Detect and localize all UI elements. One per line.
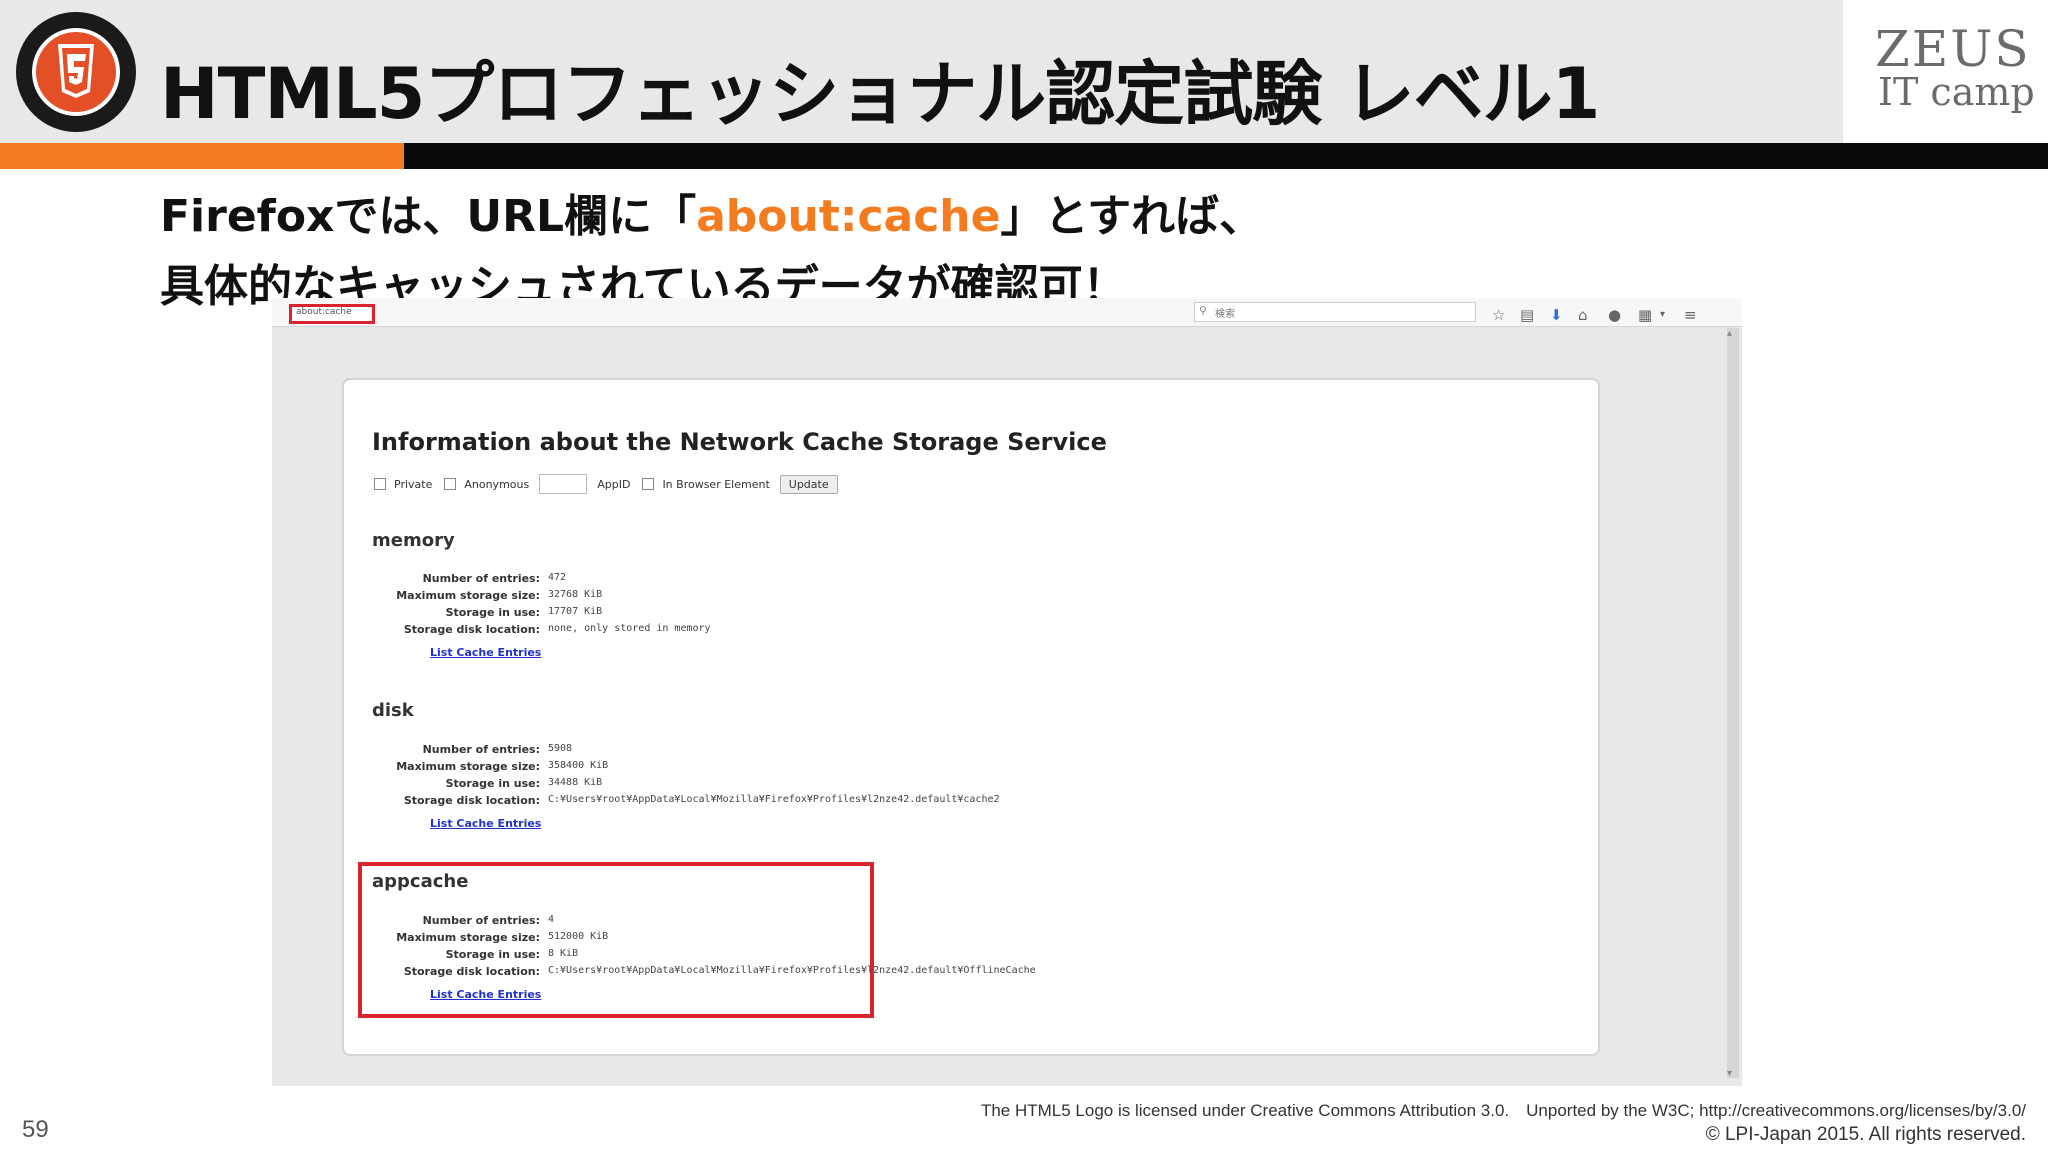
list-cache-entries-link-appcache[interactable]: List Cache Entries bbox=[430, 988, 541, 1001]
table-row: Storage disk location: none, only stored… bbox=[372, 623, 1272, 639]
menu-icon[interactable]: ≡ bbox=[1684, 306, 1697, 324]
table-row: Storage in use: 8 KiB bbox=[372, 948, 1272, 964]
row-value: none, only stored in memory bbox=[548, 623, 711, 634]
appid-input[interactable] bbox=[539, 474, 588, 494]
row-label: Maximum storage size: bbox=[396, 589, 540, 602]
row-label: Number of entries: bbox=[422, 743, 540, 756]
slide-page-number: 59 bbox=[22, 1116, 49, 1143]
row-value: 4 bbox=[548, 914, 555, 925]
table-row: Maximum storage size: 32768 KiB bbox=[372, 589, 1272, 605]
anonymous-label: Anonymous bbox=[464, 477, 530, 491]
sync-icon[interactable]: ● bbox=[1608, 306, 1621, 324]
row-value: 358400 KiB bbox=[548, 760, 609, 771]
section-title-appcache: appcache bbox=[372, 871, 469, 892]
row-label: Storage in use: bbox=[445, 606, 540, 619]
instruction-prefix: Firefoxでは、URL欄に「 bbox=[160, 191, 697, 242]
row-label: Number of entries: bbox=[422, 914, 540, 927]
row-value: 17707 KiB bbox=[548, 606, 603, 617]
row-value: 8 KiB bbox=[548, 948, 579, 959]
url-text: about:cache bbox=[296, 307, 352, 317]
instruction-line-1: Firefoxでは、URL欄に「about:cache」とすれば、 bbox=[160, 180, 1263, 244]
row-value: C:¥Users¥root¥AppData¥Local¥Mozilla¥Fire… bbox=[548, 794, 1000, 805]
browser-toolbar: about:cache ⚲ 検索 ☆ ▤ ⬇ ⌂ ● ▦ ▾ ≡ bbox=[272, 298, 1742, 327]
toolbar-right: ⚲ 検索 ☆ ▤ ⬇ ⌂ ● ▦ ▾ ≡ bbox=[1194, 302, 1742, 324]
row-label: Storage in use: bbox=[445, 948, 540, 961]
cache-info-page: Information about the Network Cache Stor… bbox=[342, 378, 1600, 1056]
html5-certification-seal bbox=[16, 12, 136, 132]
bookmarks-library-icon[interactable]: ▤ bbox=[1520, 306, 1534, 324]
instruction-suffix: 」とすれば、 bbox=[1000, 191, 1264, 242]
section-title-memory: memory bbox=[372, 530, 455, 551]
table-row: Number of entries: 472 bbox=[372, 572, 1272, 588]
row-value: 34488 KiB bbox=[548, 777, 603, 788]
instruction-highlight: about:cache bbox=[696, 191, 1001, 242]
update-button[interactable]: Update bbox=[779, 474, 838, 494]
download-icon[interactable]: ⬇ bbox=[1550, 306, 1563, 324]
options-row: Private Anonymous AppID In Browser Eleme… bbox=[374, 474, 838, 494]
row-value: 32768 KiB bbox=[548, 589, 603, 600]
scroll-down-arrow-icon[interactable]: ▾ bbox=[1727, 1068, 1732, 1079]
row-value: 5908 bbox=[548, 743, 573, 754]
table-row: Number of entries: 4 bbox=[372, 914, 1272, 930]
disk-details: Number of entries: 5908 Maximum storage … bbox=[372, 743, 1272, 813]
search-input[interactable]: ⚲ 検索 bbox=[1194, 302, 1476, 322]
scroll-up-arrow-icon[interactable]: ▴ bbox=[1727, 328, 1732, 339]
table-row: Storage in use: 17707 KiB bbox=[372, 606, 1272, 622]
row-label: Number of entries: bbox=[422, 572, 540, 585]
license-notice: The HTML5 Logo is licensed under Creativ… bbox=[980, 1101, 2026, 1120]
row-value: C:¥Users¥root¥AppData¥Local¥Mozilla¥Fire… bbox=[548, 965, 1036, 976]
row-label: Storage disk location: bbox=[403, 965, 540, 978]
appcache-details: Number of entries: 4 Maximum storage siz… bbox=[372, 914, 1272, 984]
row-value: 512000 KiB bbox=[548, 931, 609, 942]
search-placeholder: 検索 bbox=[1215, 309, 1235, 320]
browser-screenshot: about:cache ⚲ 検索 ☆ ▤ ⬇ ⌂ ● ▦ ▾ ≡ ▴ ▾ Inf… bbox=[272, 298, 1742, 1086]
list-cache-entries-link-memory[interactable]: List Cache Entries bbox=[430, 646, 541, 659]
chevron-down-icon[interactable]: ▾ bbox=[1660, 309, 1665, 320]
bookmark-star-icon[interactable]: ☆ bbox=[1492, 306, 1505, 324]
memory-details: Number of entries: 472 Maximum storage s… bbox=[372, 572, 1272, 642]
table-row: Number of entries: 5908 bbox=[372, 743, 1272, 759]
list-cache-entries-link-disk[interactable]: List Cache Entries bbox=[430, 817, 541, 830]
home-icon[interactable]: ⌂ bbox=[1578, 306, 1588, 324]
table-row: Maximum storage size: 512000 KiB bbox=[372, 931, 1272, 947]
row-label: Storage disk location: bbox=[403, 623, 540, 636]
page-title: HTML5プロフェッショナル認定試験 レベル1 bbox=[160, 53, 1600, 135]
scrollbar[interactable] bbox=[1727, 328, 1739, 1078]
section-title-disk: disk bbox=[372, 700, 414, 721]
in-browser-label: In Browser Element bbox=[662, 477, 770, 491]
addon-icon[interactable]: ▦ bbox=[1638, 306, 1652, 324]
appid-label: AppID bbox=[597, 477, 631, 491]
search-icon: ⚲ bbox=[1199, 304, 1208, 317]
private-checkbox[interactable] bbox=[374, 478, 386, 490]
table-row: Storage in use: 34488 KiB bbox=[372, 777, 1272, 793]
row-label: Maximum storage size: bbox=[396, 931, 540, 944]
accent-bar-orange bbox=[0, 143, 404, 169]
row-label: Storage in use: bbox=[445, 777, 540, 790]
private-label: Private bbox=[394, 477, 433, 491]
row-label: Storage disk location: bbox=[403, 794, 540, 807]
in-browser-checkbox[interactable] bbox=[642, 478, 655, 490]
page-heading: Information about the Network Cache Stor… bbox=[372, 428, 1107, 456]
accent-bar-black bbox=[404, 143, 2048, 169]
url-bar[interactable]: about:cache bbox=[289, 304, 375, 324]
anonymous-checkbox[interactable] bbox=[444, 478, 457, 490]
copyright-notice: © LPI-Japan 2015. All rights reserved. bbox=[1705, 1124, 2026, 1145]
row-value: 472 bbox=[548, 572, 567, 583]
table-row: Storage disk location: C:¥Users¥root¥App… bbox=[372, 794, 1272, 810]
row-label: Maximum storage size: bbox=[396, 760, 540, 773]
table-row: Storage disk location: C:¥Users¥root¥App… bbox=[372, 965, 1272, 981]
table-row: Maximum storage size: 358400 KiB bbox=[372, 760, 1272, 776]
brand-name-itcamp: IT camp bbox=[1878, 70, 2035, 114]
